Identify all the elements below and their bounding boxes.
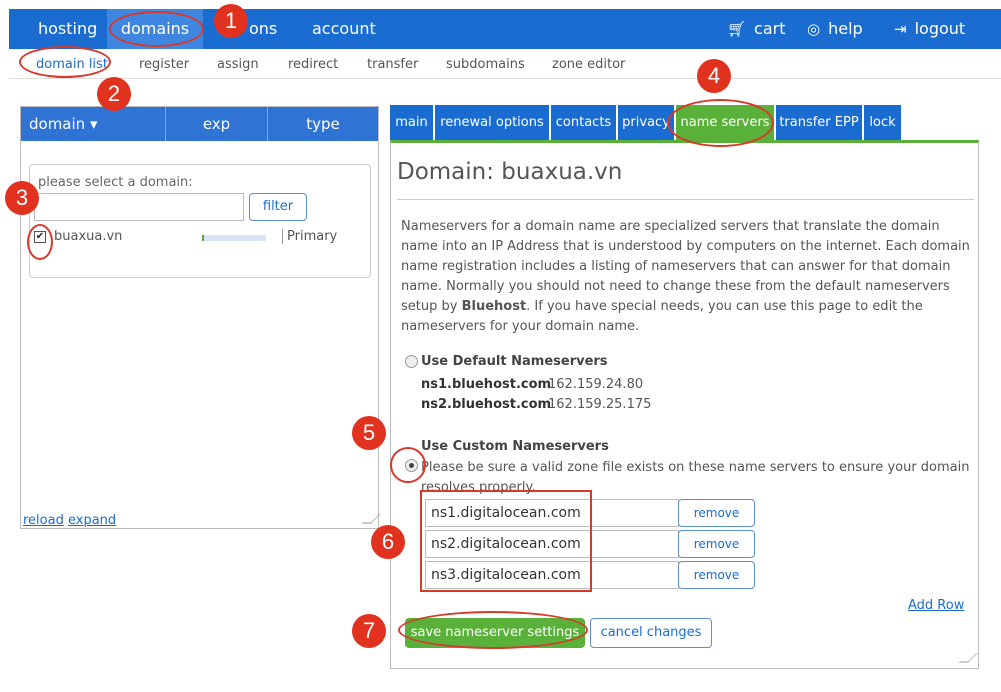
annotation-box-custom-servers (420, 490, 592, 592)
cancel-changes-button[interactable]: cancel changes (590, 618, 712, 648)
annotation-ring-checkbox (27, 224, 53, 260)
nav-cart[interactable]: 🛒︎ cart (727, 9, 786, 49)
domain-list-panel: domain ▾ exp type please select a domain… (20, 106, 381, 529)
left-panel-footer: reload expand (23, 513, 116, 528)
subnav-assign[interactable]: assign (217, 57, 259, 72)
select-domain-label: please select a domain: (38, 175, 193, 190)
annotation-ring-name-servers-tab (667, 99, 774, 147)
description-text: Nameservers for a domain name are specia… (401, 217, 971, 337)
subnav-zone-editor[interactable]: zone editor (552, 57, 625, 72)
nav-logout-label: logout (914, 19, 966, 38)
title-divider (397, 199, 974, 200)
page-title: Domain: buaxua.vn (397, 159, 623, 185)
annotation-ring-domain-list (19, 46, 111, 78)
column-exp[interactable]: exp (166, 107, 268, 141)
domain-filter-input[interactable] (34, 193, 244, 221)
annotation-ring-save-button (398, 611, 588, 649)
default-nameservers-radio[interactable] (405, 355, 418, 368)
tab-privacy[interactable]: privacy (618, 105, 674, 140)
tab-transfer-epp[interactable]: transfer EPP (776, 105, 862, 140)
domain-exp-bar (202, 235, 266, 241)
resize-handle-icon[interactable] (361, 514, 381, 524)
nav-account[interactable]: account (312, 9, 376, 49)
filter-button[interactable]: filter (249, 193, 307, 221)
annotation-ring-domains (109, 11, 204, 47)
annotation-step-4: 4 (697, 59, 731, 93)
annotation-step-7: 7 (352, 614, 386, 648)
description-brand: Bluehost (461, 299, 527, 314)
nav-addons[interactable]: ons (249, 9, 277, 49)
domain-name: buaxua.vn (54, 229, 123, 244)
annotation-step-3: 3 (5, 181, 39, 215)
column-type[interactable]: type (268, 107, 378, 141)
default-ns2-ip: 162.159.25.175 (548, 397, 652, 412)
domain-row[interactable]: ✔ buaxua.vn Primary (30, 227, 370, 251)
resize-handle-icon[interactable] (958, 653, 978, 663)
nav-hosting[interactable]: hosting (38, 9, 97, 49)
tab-main[interactable]: main (390, 105, 433, 140)
default-ns1-host: ns1.bluehost.com (421, 377, 552, 392)
remove-ns3-button[interactable]: remove (678, 561, 755, 589)
domain-select-box: please select a domain: filter ✔ buaxua.… (29, 164, 371, 278)
domain-type: Primary (282, 229, 337, 244)
reload-link[interactable]: reload (23, 513, 64, 528)
default-nameservers-label: Use Default Nameservers (421, 354, 608, 369)
subnav-register[interactable]: register (139, 57, 189, 72)
subnav-redirect[interactable]: redirect (288, 57, 338, 72)
nav-logout[interactable]: ⇥ logout (894, 9, 965, 49)
tab-contacts[interactable]: contacts (551, 105, 616, 140)
default-ns1-ip: 162.159.24.80 (548, 377, 644, 392)
nav-help-label: help (828, 19, 863, 38)
subnav-subdomains[interactable]: subdomains (446, 57, 525, 72)
logout-icon: ⇥ (894, 20, 907, 38)
subnav-transfer[interactable]: transfer (367, 57, 418, 72)
annotation-ring-custom-radio (390, 447, 426, 483)
annotation-step-2: 2 (97, 77, 131, 111)
domain-list-header: domain ▾ exp type (21, 107, 378, 141)
nav-help[interactable]: ◎ help (807, 9, 863, 49)
annotation-step-6: 6 (371, 525, 405, 559)
tab-renewal-options[interactable]: renewal options (435, 105, 549, 140)
sub-nav: domain list register assign redirect tra… (9, 49, 1001, 79)
annotation-step-5: 5 (352, 416, 386, 450)
cart-icon: 🛒︎ (727, 20, 747, 38)
custom-nameservers-label: Use Custom Nameservers (421, 439, 609, 454)
nav-cart-label: cart (754, 19, 786, 38)
annotation-step-1: 1 (214, 4, 248, 38)
remove-ns1-button[interactable]: remove (678, 499, 755, 527)
tab-lock[interactable]: lock (864, 105, 901, 140)
default-ns2-host: ns2.bluehost.com (421, 397, 552, 412)
lifebuoy-icon: ◎ (807, 20, 821, 38)
add-row-link[interactable]: Add Row (908, 598, 964, 613)
column-domain[interactable]: domain ▾ (21, 107, 166, 141)
remove-ns2-button[interactable]: remove (678, 530, 755, 558)
expand-link[interactable]: expand (68, 513, 116, 528)
